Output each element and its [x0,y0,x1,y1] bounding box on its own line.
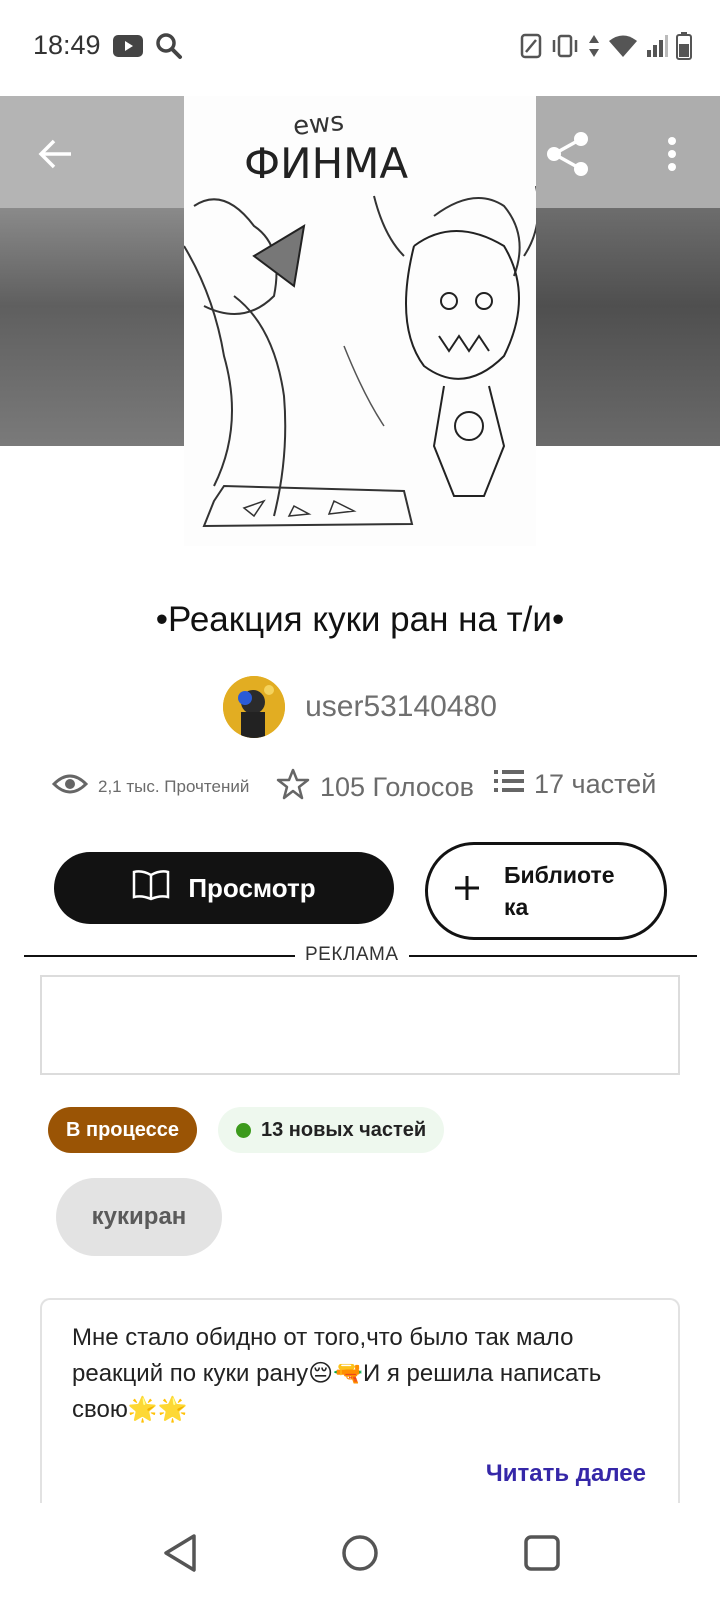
status-icons-left [113,32,183,65]
story-cover-image[interactable]: ews ФИНМА [184,96,536,546]
battery-icon [676,32,692,65]
parts-count: 17 частей [534,769,657,799]
parts-stat[interactable]: 17 частей [494,768,656,801]
votes-stat: 105 Голосов [276,768,474,807]
add-to-library-button[interactable]: Библиоте ка [425,842,667,940]
status-icons-right [520,32,692,65]
ad-slot[interactable] [40,975,680,1075]
read-button[interactable]: Просмотр [54,852,394,924]
search-icon [155,32,183,65]
ad-label: РЕКЛАМА [295,944,409,966]
status-time: 18:49 [33,30,101,60]
cover-sketch-icon: ews ФИНМА [184,96,536,546]
read-more-link[interactable]: Читать далее [486,1460,646,1488]
story-title: •Реакция куки ран на т/и• [155,600,565,639]
avatar[interactable] [223,676,286,738]
reads-count: 2,1 тыс. Прочтений [98,776,250,796]
votes-count: 105 Голосов [320,772,475,802]
signal-icon [646,35,668,62]
data-arrows-icon [588,34,600,63]
wifi-icon [608,34,638,63]
system-nav-bar [0,1503,720,1600]
system-recents-button[interactable] [520,1533,564,1577]
green-dot-icon [236,1122,251,1138]
eye-icon [51,772,89,801]
plus-icon [454,875,480,907]
tag-chip[interactable]: кукиран [56,1178,222,1256]
library-button-label: Библиоте ка [504,862,615,920]
author-row[interactable]: user53140480 [0,676,720,738]
status-badge: В процессе [48,1107,198,1153]
vibrate-icon [550,34,580,63]
back-icon [162,1533,198,1578]
book-icon [132,869,170,908]
author-name[interactable]: user53140480 [305,690,497,724]
home-icon [341,1534,379,1577]
description-card: Мне стало обидно от того,что было так ма… [40,1298,680,1518]
reads-stat: 2,1 тыс. Прочтений [51,772,250,801]
new-parts-badge: 13 новых частей [218,1107,445,1153]
stats-row: 2,1 тыс. Прочтений 105 Голосов 17 частей [51,768,692,812]
more-vertical-icon [666,136,678,177]
back-button[interactable] [28,128,84,184]
new-parts-label: 13 новых частей [261,1118,427,1141]
read-button-label: Просмотр [188,872,316,903]
youtube-icon [113,35,143,62]
arrow-left-icon [38,138,74,175]
list-icon [494,768,524,801]
share-button[interactable] [540,128,596,184]
description-text: Мне стало обидно от того,что было так ма… [72,1324,602,1423]
status-bar: 18:49 [0,0,720,96]
nfc-icon [520,33,542,64]
system-back-button[interactable] [158,1533,202,1577]
star-icon [276,768,310,807]
system-home-button[interactable] [338,1533,382,1577]
share-icon [544,130,592,183]
cover-text: ФИНМА [244,139,408,188]
svg-text:ews: ews [292,107,346,142]
more-button[interactable] [644,128,700,184]
recents-icon [524,1534,560,1576]
